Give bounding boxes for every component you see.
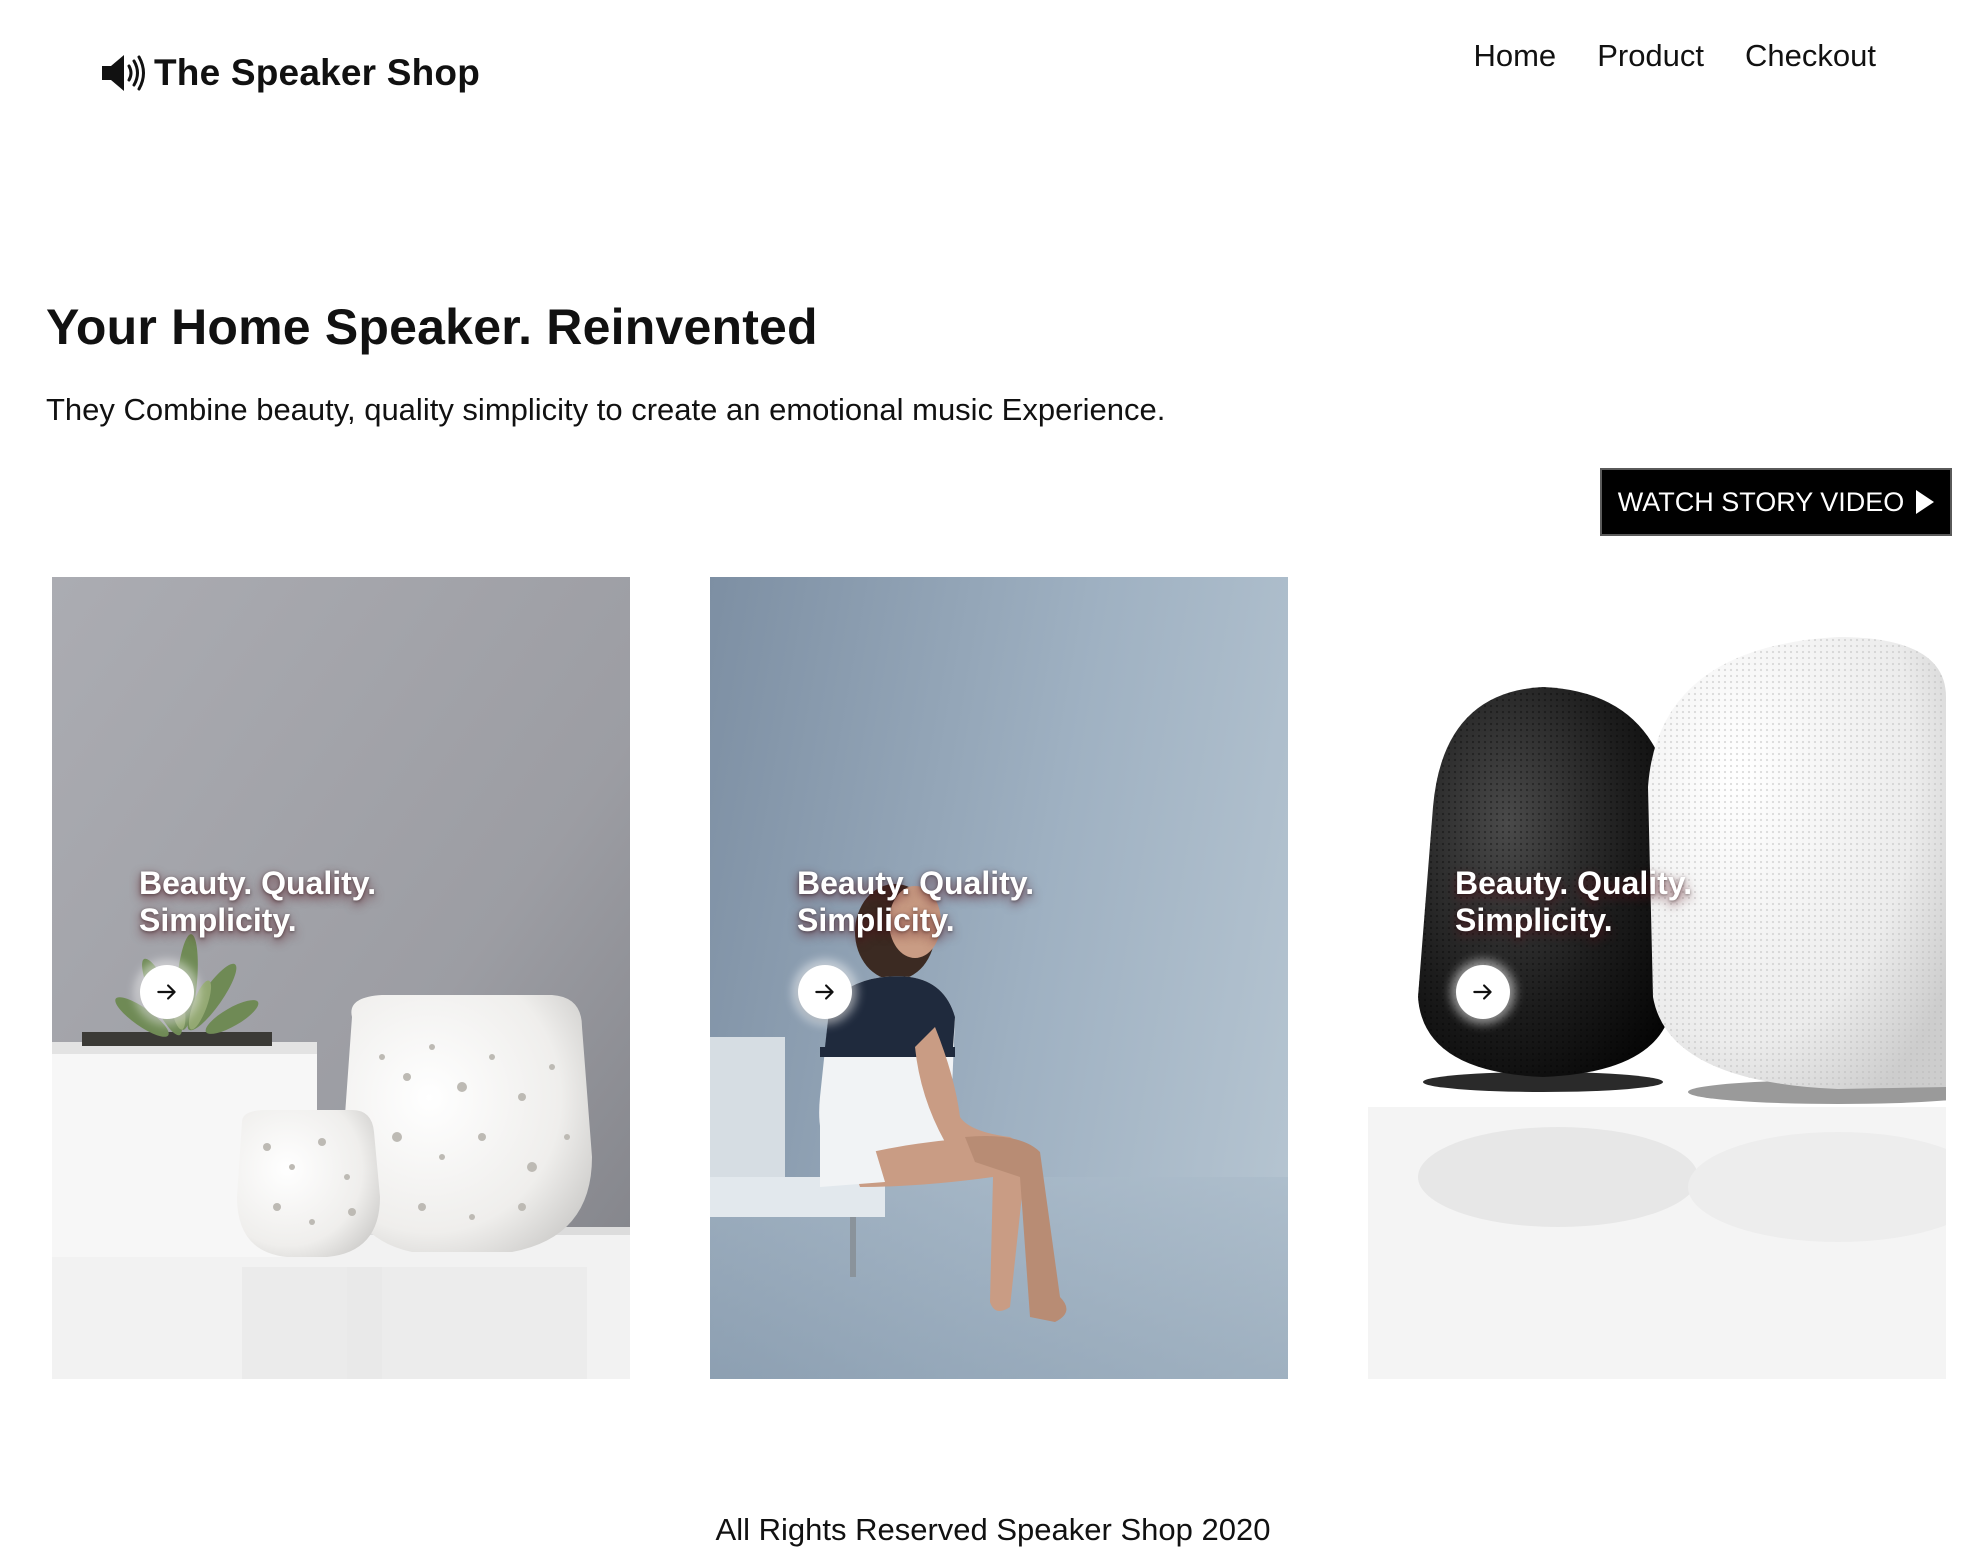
watch-story-video-button[interactable]: WATCH STORY VIDEO xyxy=(1600,468,1952,536)
card-caption: Beauty. Quality. Simplicity. xyxy=(1455,865,1693,938)
arrow-right-icon xyxy=(815,984,834,1000)
product-card-1: Beauty. Quality. Simplicity. xyxy=(52,577,630,1379)
speaker-volume-icon xyxy=(102,55,145,91)
woman-on-bench-image xyxy=(710,884,1288,1379)
nav-link-home[interactable]: Home xyxy=(1473,38,1556,74)
card-caption: Beauty. Quality. Simplicity. xyxy=(797,865,1035,938)
product-card-3: Beauty. Quality. Simplicity. xyxy=(1368,577,1946,1379)
card-1-arrow-button[interactable] xyxy=(140,965,194,1019)
brand-logo-link[interactable]: The Speaker Shop xyxy=(100,52,480,94)
page-title: Your Home Speaker. Reinvented xyxy=(46,299,818,355)
watch-story-video-label: WATCH STORY VIDEO xyxy=(1617,486,1905,517)
product-card-2: Beauty. Quality. Simplicity. xyxy=(710,577,1288,1379)
hero-subtitle: They Combine beauty, quality simplicity … xyxy=(46,392,1166,427)
nav-link-product[interactable]: Product xyxy=(1597,38,1704,74)
play-icon xyxy=(1916,490,1935,514)
card-3-arrow-button[interactable] xyxy=(1456,965,1510,1019)
arrow-right-icon xyxy=(1473,984,1492,1000)
card-2-arrow-button[interactable] xyxy=(798,965,852,1019)
card-caption: Beauty. Quality. Simplicity. xyxy=(139,865,377,938)
arrow-right-icon xyxy=(157,984,176,1000)
speakers-image xyxy=(1368,577,1946,1379)
footer-copyright: All Rights Reserved Speaker Shop 2020 xyxy=(715,1512,1271,1547)
brand-name: The Speaker Shop xyxy=(154,52,481,93)
nav-link-checkout[interactable]: Checkout xyxy=(1745,38,1876,74)
main-nav: Home Product Checkout xyxy=(1473,38,1876,74)
page: The Speaker Shop Home Product Checkout Y… xyxy=(0,0,1986,1562)
succulent-vases-image xyxy=(52,577,630,1379)
